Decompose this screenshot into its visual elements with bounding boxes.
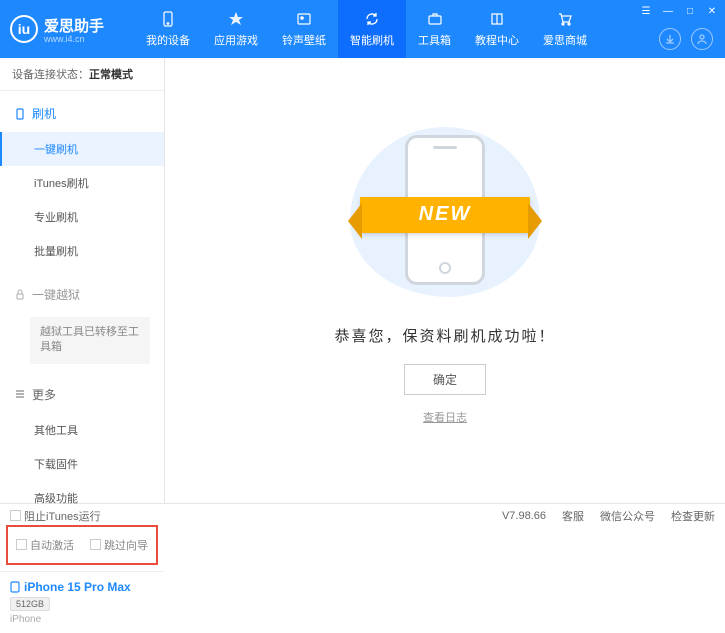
skip-guide-checkbox[interactable]: 跳过向导	[90, 537, 148, 553]
sidebar-item-other-tools[interactable]: 其他工具	[0, 413, 164, 447]
nav-toolbox[interactable]: 工具箱	[406, 0, 463, 58]
sidebar-item-download-firmware[interactable]: 下载固件	[0, 447, 164, 481]
device-type-label: iPhone	[10, 614, 154, 625]
view-log-link[interactable]: 查看日志	[423, 409, 467, 425]
image-icon	[295, 10, 313, 28]
nav-smart-flash[interactable]: 智能刷机	[338, 0, 406, 58]
nav-store[interactable]: 爱思商城	[531, 0, 599, 58]
app-name: 爱思助手	[44, 15, 104, 36]
status-value: 正常模式	[89, 69, 133, 81]
phone-outline-icon	[14, 108, 26, 120]
sidebar-more-header[interactable]: 更多	[0, 376, 164, 413]
sidebar-jailbreak-note: 越狱工具已转移至工具箱	[30, 317, 150, 364]
refresh-icon	[363, 10, 381, 28]
checkbox-highlight-box: 自动激活 跳过向导	[6, 525, 158, 565]
toolbox-icon	[426, 10, 444, 28]
status-label: 设备连接状态：	[12, 69, 89, 81]
app-logo: iu 爱思助手 www.i4.cn	[10, 15, 104, 44]
checkbox-icon	[90, 539, 101, 550]
checkbox-icon	[10, 510, 21, 521]
main-panel: NEW 恭喜您，保资料刷机成功啦！ 确定 查看日志	[165, 58, 725, 503]
success-message: 恭喜您，保资料刷机成功啦！	[334, 325, 555, 346]
footer-link-update[interactable]: 检查更新	[671, 508, 715, 524]
nav-apps-games[interactable]: 应用游戏	[202, 0, 270, 58]
device-phone-icon	[10, 581, 20, 593]
sidebar-header-label: 一键越狱	[32, 286, 80, 303]
sidebar-item-itunes-flash[interactable]: iTunes刷机	[0, 166, 164, 200]
ok-button[interactable]: 确定	[404, 364, 486, 395]
new-ribbon: NEW	[360, 197, 530, 233]
menu-icon[interactable]: ☰	[639, 4, 653, 18]
cart-icon	[556, 10, 574, 28]
nav-my-device[interactable]: 我的设备	[134, 0, 202, 58]
nav-ringtones[interactable]: 铃声壁纸	[270, 0, 338, 58]
close-icon[interactable]: ✕	[705, 4, 719, 18]
sidebar-header-label: 更多	[32, 386, 56, 403]
sidebar-item-pro-flash[interactable]: 专业刷机	[0, 200, 164, 234]
sidebar-flash-header[interactable]: 刷机	[0, 95, 164, 132]
sidebar-item-batch-flash[interactable]: 批量刷机	[0, 234, 164, 268]
nav-label: 教程中心	[475, 32, 519, 48]
block-itunes-checkbox[interactable]: 阻止iTunes运行	[10, 508, 101, 524]
version-label: V7.98.66	[502, 510, 546, 522]
nav-label: 爱思商城	[543, 32, 587, 48]
nav-label: 应用游戏	[214, 32, 258, 48]
nav-label: 我的设备	[146, 32, 190, 48]
footer-link-support[interactable]: 客服	[562, 508, 584, 524]
top-nav: 我的设备 应用游戏 铃声壁纸 智能刷机 工具箱 教程中心 爱思商城	[134, 0, 599, 58]
minimize-icon[interactable]: —	[661, 4, 675, 18]
nav-tutorials[interactable]: 教程中心	[463, 0, 531, 58]
app-icon	[227, 10, 245, 28]
maximize-icon[interactable]: □	[683, 4, 697, 18]
logo-icon: iu	[10, 15, 38, 43]
sidebar-jailbreak-header[interactable]: 一键越狱	[0, 276, 164, 313]
sidebar: 设备连接状态：正常模式 刷机 一键刷机 iTunes刷机 专业刷机 批量刷机 一…	[0, 58, 165, 503]
download-icon[interactable]	[659, 28, 681, 50]
checkbox-icon	[16, 539, 27, 550]
device-storage-badge: 512GB	[10, 597, 50, 611]
app-header: iu 爱思助手 www.i4.cn 我的设备 应用游戏 铃声壁纸 智能刷机 工具…	[0, 0, 725, 58]
success-illustration: NEW	[350, 117, 540, 307]
sidebar-header-label: 刷机	[32, 105, 56, 122]
window-controls: ☰ — □ ✕	[639, 4, 719, 18]
nav-label: 智能刷机	[350, 32, 394, 48]
auto-activate-checkbox[interactable]: 自动激活	[16, 537, 74, 553]
nav-label: 铃声壁纸	[282, 32, 326, 48]
device-info[interactable]: iPhone 15 Pro Max 512GB iPhone	[0, 571, 164, 633]
lock-icon	[14, 289, 26, 301]
sidebar-item-oneclick-flash[interactable]: 一键刷机	[0, 132, 164, 166]
phone-icon	[159, 10, 177, 28]
device-name-label: iPhone 15 Pro Max	[24, 580, 131, 594]
nav-label: 工具箱	[418, 32, 451, 48]
list-icon	[14, 388, 26, 400]
user-icon[interactable]	[691, 28, 713, 50]
book-icon	[488, 10, 506, 28]
footer-link-wechat[interactable]: 微信公众号	[600, 508, 655, 524]
header-right-icons	[659, 28, 713, 50]
device-status: 设备连接状态：正常模式	[0, 58, 164, 91]
